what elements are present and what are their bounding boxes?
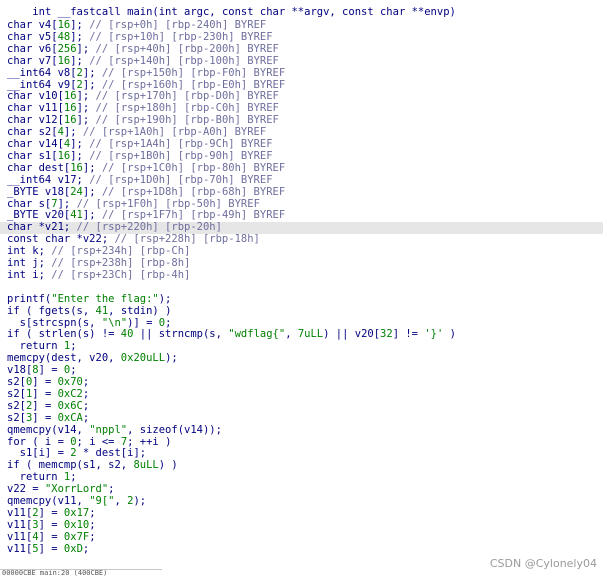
code-line-text: if ( strlen(s) != 40 || strncmp(s, "wdfl…	[7, 328, 456, 341]
code-line[interactable]: v18[8] = 0;	[0, 364, 603, 377]
code-line[interactable]: v11[5] = 0xD;	[0, 542, 603, 556]
code-line-text: char v12[16]; // [rsp+190h] [rbp-B0h] BY…	[7, 114, 279, 127]
code-line[interactable]: if ( strlen(s) != 40 || strncmp(s, "wdfl…	[0, 328, 603, 341]
code-line-text: char s1[16]; // [rsp+1B0h] [rbp-90h] BYR…	[7, 149, 273, 162]
code-line-text: qmemcpy(v14, "nppl", sizeof(v14));	[7, 423, 222, 436]
code-line-text: v11[2] = 0x17;	[7, 506, 96, 519]
watermark: CSDN @Cylonely04	[489, 557, 597, 570]
code-line-text: s2[1] = 0xC2;	[7, 387, 90, 400]
code-line-text: char s2[4]; // [rsp+1A0h] [rbp-A0h] BYRE…	[7, 126, 267, 139]
code-line-text: return 1;	[7, 471, 77, 484]
code-line-text: s1[i] = 2 * dest[i];	[7, 447, 147, 460]
code-line-text: int i; // [rsp+23Ch] [rbp-4h]	[7, 268, 191, 281]
code-line-text: qmemcpy(v11, "9[", 2);	[7, 495, 147, 507]
code-line-text: s2[2] = 0x6C;	[7, 399, 90, 412]
code-line-text: char dest[16]; // [rsp+1C0h] [rbp-80h] B…	[7, 161, 286, 174]
code-line-text: if ( memcmp(s1, s2, 8uLL) )	[7, 459, 178, 472]
code-line-text: char v6[256]; // [rsp+40h] [rbp-200h] BY…	[7, 42, 279, 55]
code-line[interactable]: v11[4] = 0x7F;	[0, 530, 603, 544]
code-line-text: s2[3] = 0xCA;	[7, 411, 90, 424]
code-line-text: _BYTE v18[24]; // [rsp+1D8h] [rbp-68h] B…	[7, 185, 286, 198]
code-line-text: const char *v22; // [rsp+228h] [rbp-18h]	[7, 233, 260, 246]
code-line-text: char v7[16]; // [rsp+140h] [rbp-100h] BY…	[7, 54, 279, 67]
code-line-text: v11[4] = 0x7F;	[7, 530, 96, 543]
code-line-text: v11[3] = 0x10;	[7, 518, 96, 531]
code-line-text: __int64 v8[2]; // [rsp+150h] [rbp-F0h] B…	[7, 66, 286, 79]
code-line-text: _BYTE v20[41]; // [rsp+1F7h] [rbp-49h] B…	[7, 209, 286, 222]
code-line[interactable]: int i; // [rsp+23Ch] [rbp-4h]	[0, 268, 603, 282]
code-line-text: int j; // [rsp+238h] [rbp-8h]	[7, 257, 191, 269]
code-line-text: char v11[16]; // [rsp+180h] [rbp-C0h] BY…	[7, 102, 279, 115]
code-line[interactable]: s2[1] = 0xC2;	[0, 387, 603, 401]
code-line[interactable]: s2[2] = 0x6C;	[0, 399, 603, 413]
code-line-text: if ( fgets(s, 41, stdin) )	[7, 304, 172, 317]
code-line-text: __int64 v17; // [rsp+1D0h] [rbp-70h] BYR…	[7, 173, 273, 186]
code-line-text: s[strcspn(s, "\n")] = 0;	[7, 316, 172, 329]
code-line-text: s2[0] = 0x70;	[7, 376, 90, 388]
code-line-text: char v10[16]; // [rsp+170h] [rbp-D0h] BY…	[7, 90, 279, 103]
code-line-text: char v14[4]; // [rsp+1A4h] [rbp-9Ch] BYR…	[7, 138, 273, 150]
code-line-text: v18[8] = 0;	[7, 364, 77, 377]
code-line-text: for ( i = 0; i <= 7; ++i )	[7, 435, 172, 448]
code-line-text: memcpy(dest, v20, 0x20uLL);	[7, 352, 178, 365]
code-line-text: int k; // [rsp+234h] [rbp-Ch]	[7, 245, 191, 258]
function-signature[interactable]: int __fastcall main(int argc, const char…	[0, 0, 603, 18]
code-line[interactable]: if ( memcmp(s1, s2, 8uLL) )	[0, 459, 603, 472]
code-line-text: v22 = "XorrLord";	[7, 483, 115, 496]
code-line-text: printf("Enter the flag:");	[7, 292, 172, 305]
code-line-text: char *v21; // [rsp+220h] [rbp-20h]	[7, 221, 222, 234]
code-line-text: char v5[48]; // [rsp+10h] [rbp-230h] BYR…	[7, 30, 273, 43]
status-bar: 00000CBE main:20 (400CBE)	[0, 569, 162, 576]
code-line-text: v11[5] = 0xD;	[7, 542, 90, 555]
pseudocode-editor[interactable]: int __fastcall main(int argc, const char…	[0, 0, 603, 576]
code-line-text: char s[7]; // [rsp+1F0h] [rbp-50h] BYREF	[7, 197, 260, 210]
code-line-text: return 1;	[7, 340, 77, 353]
code-line[interactable]: s2[0] = 0x70;	[0, 376, 603, 389]
code-line-text: __int64 v9[2]; // [rsp+160h] [rbp-E0h] B…	[7, 78, 286, 91]
code-line-text: char v4[16]; // [rsp+0h] [rbp-240h] BYRE…	[7, 19, 267, 31]
code-line[interactable]: memcpy(dest, v20, 0x20uLL);	[0, 352, 603, 365]
